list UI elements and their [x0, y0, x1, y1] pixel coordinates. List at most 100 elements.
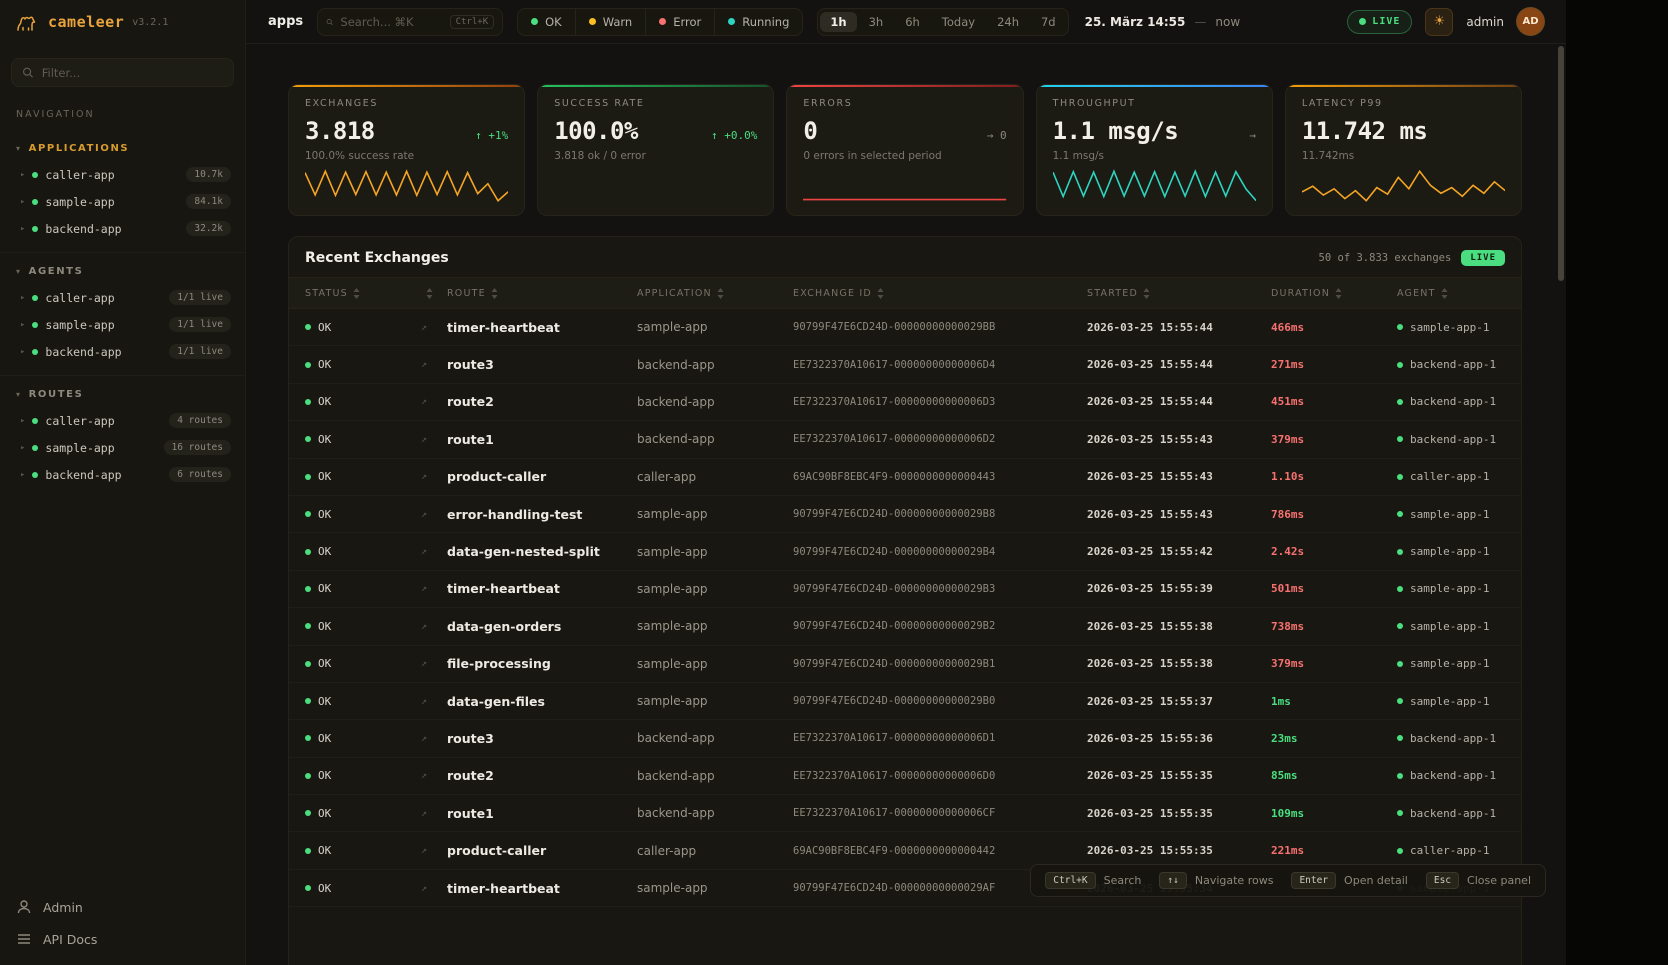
table-row[interactable]: OK ↗ route3 backend-app EE7322370A10617-…: [289, 720, 1521, 757]
status-filter-pill[interactable]: OK: [518, 9, 575, 35]
sidebar-item[interactable]: ▸ caller-app 1/1 live: [8, 284, 237, 311]
sidebar-api-docs-link[interactable]: API Docs: [16, 931, 229, 947]
sidebar-item[interactable]: ▸ backend-app 32.2k: [8, 215, 237, 242]
table-row[interactable]: OK ↗ data-gen-files sample-app 90799F47E…: [289, 683, 1521, 720]
time-range-button[interactable]: 7d: [1031, 12, 1066, 32]
column-header[interactable]: APPLICATION: [637, 288, 789, 299]
time-range-button[interactable]: 24h: [987, 12, 1029, 32]
started-cell: 2026-03-25 15:55:38: [1087, 620, 1267, 633]
exchange-id-cell: 69AC90BF8EBC4F9-0000000000000442: [793, 845, 1083, 857]
time-range-button[interactable]: 6h: [895, 12, 930, 32]
column-header[interactable]: [421, 288, 443, 299]
status-filter-pill[interactable]: Error: [645, 9, 714, 35]
table-row[interactable]: OK ↗ route2 backend-app EE7322370A10617-…: [289, 758, 1521, 795]
agent-name: backend-app-1: [1410, 395, 1496, 408]
column-header[interactable]: AGENT: [1397, 288, 1505, 299]
sidebar-filter-input[interactable]: [42, 66, 223, 80]
sidebar-item[interactable]: ▸ sample-app 84.1k: [8, 188, 237, 215]
agent-cell: backend-app-1: [1397, 433, 1505, 446]
table-row[interactable]: OK ↗ route1 backend-app EE7322370A10617-…: [289, 421, 1521, 458]
table-row[interactable]: OK ↗ file-processing sample-app 90799F47…: [289, 646, 1521, 683]
duration-cell: 738ms: [1271, 620, 1393, 633]
application-cell: backend-app: [637, 806, 789, 820]
table-row[interactable]: OK ↗ route2 backend-app EE7322370A10617-…: [289, 384, 1521, 421]
table-row[interactable]: OK ↗ timer-heartbeat sample-app 90799F47…: [289, 571, 1521, 608]
live-badge: LIVE: [1461, 250, 1505, 266]
username-label: admin: [1466, 15, 1504, 29]
flow-arrow-icon: ↗: [421, 808, 443, 819]
agent-name: sample-app-1: [1410, 657, 1489, 670]
stat-card[interactable]: LATENCY P99 11.742 ms 11.742ms: [1285, 84, 1522, 216]
sidebar-item[interactable]: ▸ sample-app 1/1 live: [8, 311, 237, 338]
table-row[interactable]: OK ↗ timer-heartbeat sample-app 90799F47…: [289, 309, 1521, 346]
sidebar-section-header[interactable]: ▾ ROUTES: [8, 382, 237, 407]
avatar[interactable]: AD: [1517, 8, 1544, 35]
sidebar-item[interactable]: ▸ caller-app 10.7k: [8, 161, 237, 188]
route-cell: route1: [447, 806, 633, 821]
agent-cell: backend-app-1: [1397, 732, 1505, 745]
scrollbar-thumb[interactable]: [1558, 46, 1564, 281]
route-cell: route2: [447, 394, 633, 409]
card-accent-line: [289, 85, 524, 87]
sidebar-item-badge: 4 routes: [169, 413, 231, 428]
chevron-right-icon: ▸: [20, 347, 25, 357]
stat-card[interactable]: THROUGHPUT 1.1 msg/s → 1.1 msg/s: [1036, 84, 1273, 216]
column-header[interactable]: EXCHANGE ID: [793, 288, 1083, 299]
duration-cell: 501ms: [1271, 582, 1393, 595]
column-header[interactable]: ROUTE: [447, 288, 633, 299]
sidebar-item[interactable]: ▸ caller-app 4 routes: [8, 407, 237, 434]
started-cell: 2026-03-25 15:55:43: [1087, 470, 1267, 483]
column-label: AGENT: [1397, 288, 1436, 299]
sparkline-chart: [554, 169, 757, 203]
table-row[interactable]: OK ↗ route3 backend-app EE7322370A10617-…: [289, 346, 1521, 383]
global-search-input[interactable]: [340, 15, 442, 29]
range-separator: —: [1194, 15, 1206, 29]
sidebar-section-header[interactable]: ▾ APPLICATIONS: [8, 136, 237, 161]
time-range-button[interactable]: 1h: [820, 12, 856, 32]
status-filter-pill[interactable]: Warn: [575, 9, 646, 35]
agent-cell: sample-app-1: [1397, 657, 1505, 670]
sidebar-item-label: caller-app: [45, 291, 114, 305]
page-scrollbar[interactable]: [1558, 46, 1564, 959]
status-text: OK: [318, 470, 331, 483]
theme-toggle-button[interactable]: ☀: [1425, 8, 1453, 36]
sidebar-item[interactable]: ▸ backend-app 1/1 live: [8, 338, 237, 365]
started-cell: 2026-03-25 15:55:38: [1087, 657, 1267, 670]
sidebar-admin-link[interactable]: Admin: [16, 899, 229, 915]
stat-card[interactable]: SUCCESS RATE 100.0% ↑ +0.0% 3.818 ok / 0…: [537, 84, 774, 216]
sidebar-item[interactable]: ▸ backend-app 6 routes: [8, 461, 237, 488]
ok-status-dot: [305, 436, 311, 442]
flow-arrow-icon: ↗: [421, 434, 443, 445]
global-search-box[interactable]: Ctrl+K: [317, 8, 503, 36]
table-row[interactable]: OK ↗ data-gen-orders sample-app 90799F47…: [289, 608, 1521, 645]
sidebar-item-label: caller-app: [45, 414, 114, 428]
column-header[interactable]: STATUS: [305, 288, 417, 299]
sidebar-filter-box[interactable]: [11, 58, 234, 87]
chevron-right-icon: ▸: [20, 224, 25, 234]
table-row[interactable]: OK ↗ data-gen-nested-split sample-app 90…: [289, 533, 1521, 570]
live-toggle[interactable]: LIVE: [1347, 10, 1412, 34]
table-row[interactable]: OK ↗ error-handling-test sample-app 9079…: [289, 496, 1521, 533]
live-label: LIVE: [1372, 16, 1400, 27]
agent-name: backend-app-1: [1410, 769, 1496, 782]
column-header[interactable]: DURATION: [1271, 288, 1393, 299]
stat-subtext: 0 errors in selected period: [803, 150, 1006, 162]
table-row[interactable]: OK ↗ product-caller caller-app 69AC90BF8…: [289, 459, 1521, 496]
flow-arrow-icon: ↗: [421, 883, 443, 894]
status-filter-pill[interactable]: Running: [714, 9, 802, 35]
status-cell: OK: [305, 582, 417, 595]
table-row[interactable]: OK ↗ route1 backend-app EE7322370A10617-…: [289, 795, 1521, 832]
sidebar-section-header[interactable]: ▾ AGENTS: [8, 259, 237, 284]
stat-card[interactable]: EXCHANGES 3.818 ↑ +1% 100.0% success rat…: [288, 84, 525, 216]
stat-card[interactable]: ERRORS 0 → 0 0 errors in selected period: [786, 84, 1023, 216]
status-dot: [32, 172, 38, 178]
stat-value: 3.818: [305, 117, 375, 145]
column-header[interactable]: STARTED: [1087, 288, 1267, 299]
column-label: DURATION: [1271, 288, 1330, 299]
status-cell: OK: [305, 395, 417, 408]
time-range-button[interactable]: Today: [932, 12, 985, 32]
sidebar-item[interactable]: ▸ sample-app 16 routes: [8, 434, 237, 461]
sidebar-item-badge: 1/1 live: [169, 344, 231, 359]
time-range-button[interactable]: 3h: [859, 12, 894, 32]
chevron-right-icon: ▸: [20, 293, 25, 303]
